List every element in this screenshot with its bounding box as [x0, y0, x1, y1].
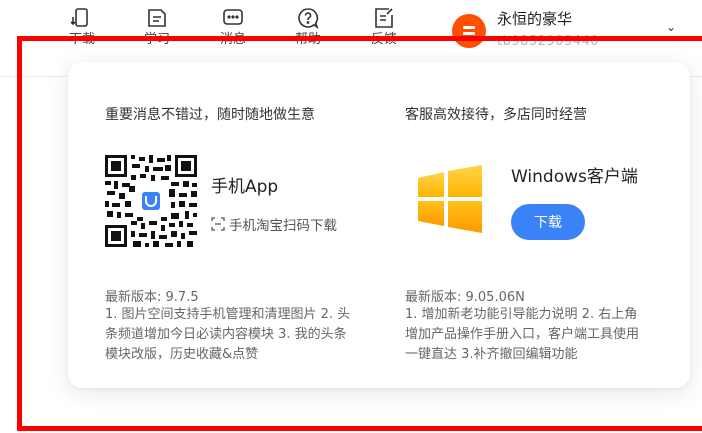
desktop-heading: 客服高效接待，多店同时经营: [405, 107, 587, 123]
message-icon: [223, 9, 243, 25]
desktop-version: 最新版本: 9.05.06N: [405, 290, 525, 305]
mobile-app-section: 重要消息不错过，随时随地做生意 手机App 手机淘宝扫码下载 最新版本: 9.7…: [105, 62, 370, 388]
phone-download-icon: [70, 8, 88, 27]
toolbar-study[interactable]: 学习: [127, 0, 187, 48]
download-popover: 重要消息不错过，随时随地做生意 手机App 手机淘宝扫码下载 最新版本: 9.7…: [68, 62, 690, 388]
scan-hint: 手机淘宝扫码下载: [211, 214, 337, 234]
windows-client-section: 客服高效接待，多店同时经营 Windows客户端 下载 最新版本: 9.05.0…: [405, 62, 655, 388]
toolbar-feedback-label: 反馈: [370, 32, 397, 47]
toolbar-feedback[interactable]: 反馈: [354, 0, 414, 48]
study-icon: [148, 9, 166, 27]
toolbar-download-label: 下载: [68, 32, 95, 47]
toolbar-message-label: 消息: [219, 32, 246, 47]
toolbar-message[interactable]: 消息: [203, 0, 263, 48]
mobile-heading: 重要消息不错过，随时随地做生意: [105, 107, 315, 123]
qr-code: [105, 155, 197, 247]
toolbar-download[interactable]: 下载: [52, 0, 112, 48]
desktop-release-notes: 1. 增加新老功能引导能力说明 2. 右上角增加产品操作手册入口，客户端工具使用…: [405, 307, 640, 362]
toolbar-study-label: 学习: [143, 32, 170, 47]
help-icon: [298, 8, 319, 30]
user-name: 永恒的豪华: [497, 10, 573, 28]
mobile-version: 最新版本: 9.7.5: [105, 290, 199, 305]
user-id: tb9852909440: [497, 34, 600, 49]
chevron-down-icon[interactable]: ⌄: [666, 20, 676, 34]
mobile-app-name: 手机App: [211, 177, 279, 197]
mobile-release-notes: 1. 图片空间支持手机管理和清理图片 2. 头条频道增加今日必读内容模块 3. …: [105, 307, 351, 362]
toolbar-help-label: 帮助: [294, 32, 321, 47]
windows-client-name: Windows客户端: [511, 167, 638, 187]
windows-logo-icon: [418, 165, 482, 233]
download-button[interactable]: 下载: [511, 204, 585, 240]
scan-icon: [211, 217, 225, 231]
avatar: [452, 14, 486, 48]
feedback-icon: [375, 8, 393, 28]
toolbar-help[interactable]: 帮助: [278, 0, 338, 48]
scan-hint-label: 手机淘宝扫码下载: [229, 218, 337, 234]
